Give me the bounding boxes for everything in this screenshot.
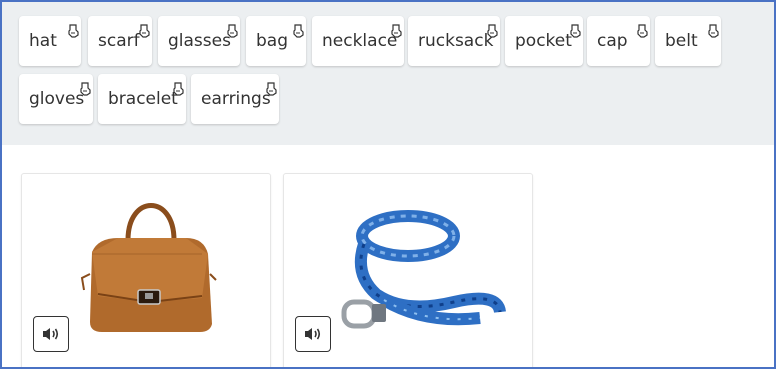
picture-cards — [2, 145, 774, 367]
word-chip-scarf[interactable]: scarf — [88, 16, 152, 66]
word-bank: hat scarf glasses bag necklace rucksack … — [2, 2, 774, 145]
word-chip-label: pocket — [515, 31, 572, 51]
drag-hand-icon — [293, 24, 304, 38]
speaker-icon — [305, 328, 321, 340]
drag-hand-icon — [68, 24, 79, 38]
word-chip-label: earrings — [201, 89, 271, 109]
drag-hand-icon — [173, 82, 184, 96]
picture-card-belt[interactable] — [283, 173, 533, 367]
word-chip-label: glasses — [168, 31, 231, 51]
drag-hand-icon — [227, 24, 238, 38]
drag-hand-icon — [708, 24, 719, 38]
word-chip-label: necklace — [322, 31, 398, 51]
drag-hand-icon — [80, 82, 91, 96]
picture-card-bag[interactable] — [21, 173, 271, 367]
word-chip-label: scarf — [98, 31, 140, 51]
speaker-icon — [43, 328, 59, 340]
word-chip-rucksack[interactable]: rucksack — [408, 16, 500, 66]
audio-play-button[interactable] — [33, 316, 69, 352]
word-chip-hat[interactable]: hat — [19, 16, 81, 66]
word-chip-bracelet[interactable]: bracelet — [98, 74, 186, 124]
word-chip-gloves[interactable]: gloves — [19, 74, 93, 124]
drag-hand-icon — [487, 24, 498, 38]
drag-hand-icon — [391, 24, 402, 38]
word-chip-glasses[interactable]: glasses — [158, 16, 240, 66]
word-chip-label: cap — [597, 31, 628, 51]
word-chip-label: hat — [29, 31, 57, 51]
word-chip-pocket[interactable]: pocket — [505, 16, 583, 66]
word-chip-bag[interactable]: bag — [246, 16, 306, 66]
word-chip-label: gloves — [29, 89, 85, 109]
word-chip-cap[interactable]: cap — [587, 16, 650, 66]
word-chip-label: bracelet — [108, 89, 178, 109]
drag-hand-icon — [570, 24, 581, 38]
word-chip-label: bag — [256, 31, 288, 51]
drag-hand-icon — [139, 24, 150, 38]
word-chip-necklace[interactable]: necklace — [312, 16, 404, 66]
word-chip-belt[interactable]: belt — [655, 16, 721, 66]
drag-hand-icon — [637, 24, 648, 38]
word-chip-label: belt — [665, 31, 698, 51]
word-chip-earrings[interactable]: earrings — [191, 74, 279, 124]
drag-hand-icon — [266, 82, 277, 96]
word-chip-label: rucksack — [418, 31, 494, 51]
exercise-frame: hat scarf glasses bag necklace rucksack … — [0, 0, 776, 369]
audio-play-button[interactable] — [295, 316, 331, 352]
